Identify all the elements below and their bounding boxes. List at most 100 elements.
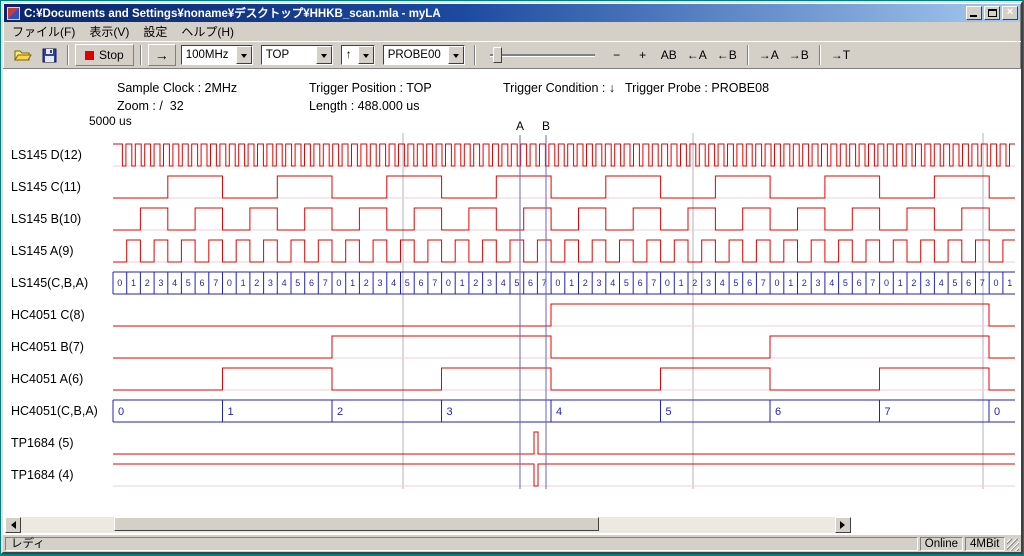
- scroll-thumb[interactable]: [114, 517, 599, 531]
- sample-clock-info: Sample Clock : 2MHz: [117, 81, 237, 95]
- scroll-track[interactable]: [21, 517, 835, 533]
- bus-value: 4: [720, 278, 725, 288]
- bus-value: 2: [254, 278, 259, 288]
- bus-value: 0: [994, 406, 1000, 418]
- sample-clock-select[interactable]: 100MHz: [181, 45, 253, 65]
- bus-value: 7: [761, 278, 766, 288]
- goto-trigger-button[interactable]: →T: [827, 45, 854, 65]
- trigger-edge-select[interactable]: ↑: [341, 45, 375, 65]
- bus-value: 5: [405, 278, 410, 288]
- cursor-a-label: A: [516, 119, 524, 133]
- bus-value: 7: [213, 278, 218, 288]
- channel-label: LS145 B(10): [11, 212, 81, 226]
- bus-value: 6: [199, 278, 204, 288]
- channel-label: HC4051 C(8): [11, 308, 85, 322]
- minimize-button[interactable]: [966, 6, 982, 20]
- channel-row: LS145 B(10): [11, 208, 1015, 230]
- menu-bar: ファイル(F) 表示(V) 設定 ヘルプ(H): [3, 22, 1021, 41]
- menu-file[interactable]: ファイル(F): [5, 21, 82, 42]
- run-button[interactable]: →: [148, 44, 176, 66]
- trigger-probe-value: PROBE00: [384, 49, 448, 61]
- toolbar-separator: [747, 45, 749, 65]
- zoom-out-button[interactable]: −: [605, 45, 629, 65]
- bus-value: 0: [117, 278, 122, 288]
- toolbar-separator: [819, 45, 821, 65]
- goto-cursor-a-left-button[interactable]: ←A: [683, 45, 711, 65]
- bus-values: 012345670: [113, 400, 1000, 422]
- time-div-label: 5000 us: [89, 114, 132, 128]
- zoom-slider[interactable]: [490, 45, 595, 65]
- bus-value: 6: [857, 278, 862, 288]
- goto-cursor-b-right-button[interactable]: →B: [785, 45, 813, 65]
- bus-value: 2: [802, 278, 807, 288]
- bus-value: 4: [556, 406, 562, 418]
- cursor-ab-button[interactable]: AB: [657, 45, 681, 65]
- scroll-right-button[interactable]: [835, 517, 851, 533]
- goto-cursor-b-left-button[interactable]: ←B: [713, 45, 741, 65]
- bus-value: 2: [145, 278, 150, 288]
- bus-value: 1: [350, 278, 355, 288]
- chevron-down-icon: [241, 54, 247, 61]
- bus-values: 0123456701234567012345670123456701234567…: [113, 272, 1012, 294]
- channel-label: TP1684 (4): [11, 468, 74, 482]
- bus-value: 6: [309, 278, 314, 288]
- dropdown-button[interactable]: [358, 46, 374, 64]
- client-area: Sample Clock : 2MHz Trigger Position : T…: [3, 69, 1021, 534]
- horizontal-scrollbar[interactable]: [5, 517, 851, 533]
- trigger-probe-info: Trigger Probe : PROBE08: [625, 81, 769, 95]
- slider-handle[interactable]: [493, 47, 502, 63]
- chevron-down-icon: [453, 54, 459, 61]
- dropdown-button[interactable]: [316, 46, 332, 64]
- channel-label: HC4051 B(7): [11, 340, 84, 354]
- trigger-edge-value: ↑: [342, 49, 358, 61]
- channel-row: LS145 D(12): [11, 144, 1015, 166]
- title-bar[interactable]: C:¥Documents and Settings¥noname¥デスクトップ¥…: [4, 4, 1020, 22]
- trigger-position-select[interactable]: TOP: [261, 45, 333, 65]
- bus-value: 0: [118, 406, 124, 418]
- bus-value: 6: [747, 278, 752, 288]
- resize-grip[interactable]: [1007, 539, 1019, 551]
- dropdown-button[interactable]: [448, 46, 464, 64]
- bus-value: 3: [706, 278, 711, 288]
- bus-value: 2: [337, 406, 343, 418]
- bus-value: 0: [446, 278, 451, 288]
- dropdown-button[interactable]: [236, 46, 252, 64]
- save-file-button[interactable]: [37, 44, 61, 66]
- window-title: C:¥Documents and Settings¥noname¥デスクトップ¥…: [24, 5, 964, 21]
- bus-value: 6: [418, 278, 423, 288]
- bus-value: 3: [158, 278, 163, 288]
- bus-value: 3: [925, 278, 930, 288]
- scroll-left-button[interactable]: [5, 517, 21, 533]
- channel-row: TP1684 (5): [11, 432, 1015, 454]
- menu-view[interactable]: 表示(V): [82, 21, 136, 42]
- channel-label: LS145 C(11): [11, 180, 81, 194]
- goto-cursor-a-right-button[interactable]: →A: [755, 45, 783, 65]
- zoom-in-button[interactable]: +: [631, 45, 655, 65]
- bus-value: 1: [679, 278, 684, 288]
- channel-row: HC4051(C,B,A)012345670: [11, 400, 1015, 422]
- maximize-button[interactable]: [984, 6, 1000, 20]
- bus-value: 1: [569, 278, 574, 288]
- waveform-trace: [113, 144, 1015, 166]
- bus-value: 0: [227, 278, 232, 288]
- menu-settings[interactable]: 設定: [136, 21, 174, 42]
- bus-value: 0: [774, 278, 779, 288]
- bus-value: 4: [829, 278, 834, 288]
- bus-value: 7: [870, 278, 875, 288]
- trigger-probe-select[interactable]: PROBE00: [383, 45, 465, 65]
- bus-value: 4: [391, 278, 396, 288]
- open-file-button[interactable]: [11, 44, 35, 66]
- arrow-left-icon: [7, 521, 16, 529]
- toolbar-separator: [67, 45, 69, 65]
- channel-label: LS145(C,B,A): [11, 276, 88, 290]
- channel-row: HC4051 C(8): [11, 304, 1015, 326]
- bus-value: 3: [596, 278, 601, 288]
- menu-help[interactable]: ヘルプ(H): [174, 21, 241, 42]
- channel-row: LS145 A(9): [11, 240, 1015, 262]
- toolbar-separator: [140, 45, 142, 65]
- channel-row: LS145 C(11): [11, 176, 1015, 198]
- stop-button[interactable]: Stop: [75, 44, 134, 66]
- bus-value: 1: [898, 278, 903, 288]
- waveform-trace: [113, 176, 1015, 198]
- close-button[interactable]: ×: [1002, 6, 1018, 20]
